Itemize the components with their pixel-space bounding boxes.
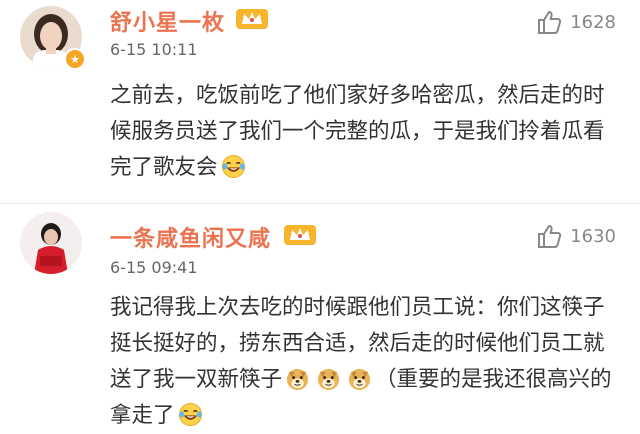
doge-emoji — [286, 368, 309, 391]
comment-text: 我记得我上次去吃的时候跟他们员工说：你们这筷子挺长挺好的，捞东西合适，然后走的时… — [110, 290, 620, 434]
comment-text: 之前去，吃饭前吃了他们家好多哈密瓜，然后走的时候服务员送了我们一个完整的瓜，于是… — [110, 78, 620, 186]
like-count: 1630 — [570, 225, 616, 247]
timestamp: 6-15 10:11 — [110, 40, 198, 59]
thumbs-up-icon — [538, 225, 562, 248]
verified-badge-icon: ★ — [64, 48, 86, 70]
username[interactable]: 一条咸鱼闲又咸 — [110, 221, 271, 253]
comment-text-part: 之前去，吃饭前吃了他们家好多哈密瓜，然后走的时候服务员送了我们一个完整的瓜，于是… — [110, 83, 605, 180]
laughing-tears-emoji — [178, 402, 202, 427]
like-button[interactable]: 1628 — [536, 8, 616, 36]
thumbs-up-icon — [538, 11, 562, 34]
avatar[interactable] — [20, 212, 82, 274]
laughing-tears-emoji — [221, 154, 245, 179]
comment-item: ★ 舒小星一枚 6-15 10:11 1628 之前去，吃饭前吃了他们家好多哈密… — [0, 0, 640, 203]
comment-item: 一条咸鱼闲又咸 6-15 09:41 1630 我记得我上次去吃的时候跟他们员工… — [0, 204, 640, 434]
like-count: 1628 — [570, 11, 616, 33]
like-button[interactable]: 1630 — [536, 222, 616, 250]
timestamp: 6-15 09:41 — [110, 258, 198, 277]
doge-emoji — [317, 368, 340, 391]
vip-crown-icon — [284, 225, 316, 245]
username[interactable]: 舒小星一枚 — [110, 5, 225, 37]
doge-emoji — [348, 368, 371, 391]
vip-crown-icon — [236, 9, 268, 29]
